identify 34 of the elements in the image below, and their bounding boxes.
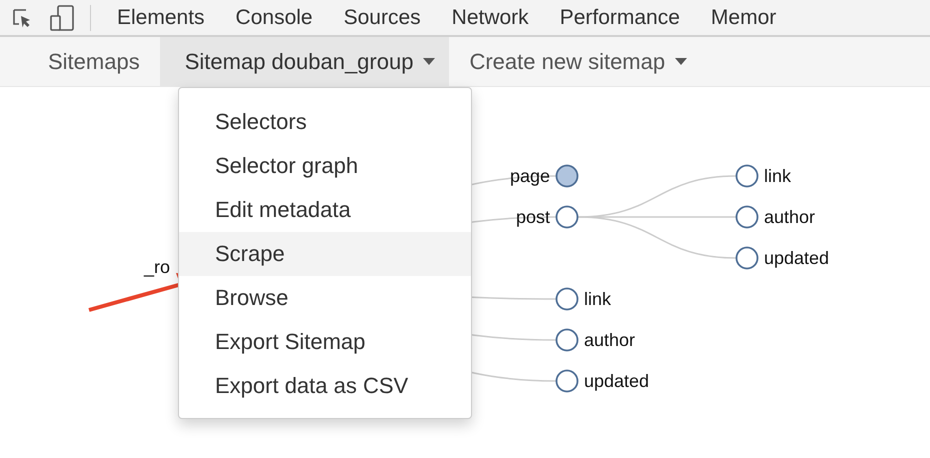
node-label: link [584,289,612,309]
graph-node[interactable] [556,288,578,310]
menu-item[interactable]: Export Sitemap [179,320,471,364]
devtools-tab[interactable]: Elements [117,6,205,30]
sitemap-tab[interactable]: Create new sitemap [449,37,708,86]
node-label: updated [764,248,830,268]
menu-item[interactable]: Edit metadata [179,188,471,232]
graph-node[interactable] [556,164,578,188]
menu-item[interactable]: Export data as CSV [179,364,471,408]
node-label: author [584,330,636,350]
devtools-tab[interactable]: Sources [344,6,421,30]
node-label: _ro [144,257,170,277]
node-label: post [516,207,550,227]
devtools-tab[interactable]: Memor [710,6,776,30]
graph-node[interactable] [736,246,758,270]
node-label: author [764,207,816,227]
graph-node[interactable] [736,206,758,228]
device-icon[interactable] [48,4,76,32]
sitemap-tab[interactable]: Sitemaps [28,37,160,86]
graph-node[interactable] [556,370,578,392]
devtools-tab[interactable]: Network [452,6,529,30]
node-label: updated [584,371,650,391]
node-label: page [510,166,550,186]
devtools-tab[interactable]: Performance [560,6,680,30]
menu-item[interactable]: Selector graph [179,144,471,188]
sitemap-tab[interactable]: Sitemap douban_group [160,37,450,86]
devtools-tab[interactable]: Console [236,6,313,30]
menu-item[interactable]: Scrape [179,232,471,276]
node-label: link [764,166,792,186]
graph-node[interactable] [736,164,758,188]
graph-node[interactable] [556,328,578,352]
menu-item[interactable]: Browse [179,276,471,320]
menu-item[interactable]: Selectors [179,100,471,144]
graph-node[interactable] [556,206,578,228]
